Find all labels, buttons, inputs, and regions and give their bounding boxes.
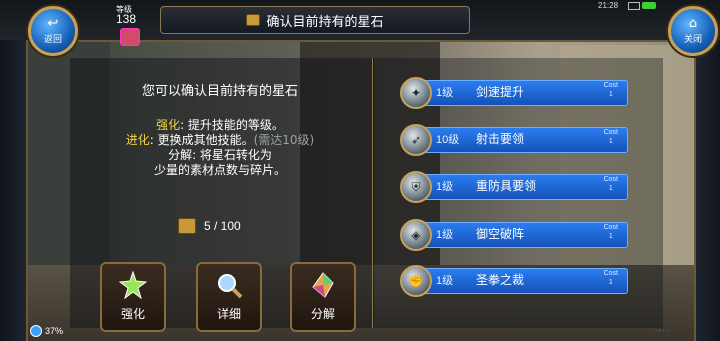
treasure-chest-icon [178,218,196,234]
skill-row-1[interactable]: ✦ 1级 剑速提升 Cost 1 [400,77,628,109]
broken-crystal-icon [312,272,334,298]
gift-box-icon[interactable] [120,28,140,46]
decompose-button[interactable]: 分解 [290,262,356,332]
detail-button[interactable]: 详细 [196,262,262,332]
back-button[interactable]: ↩ 返回 [28,6,78,56]
treasure-chest-icon [246,14,261,26]
info-heading: 您可以确认目前持有的星石 [141,84,298,99]
frame-left [0,40,28,341]
clock: 21:28 [598,1,619,10]
magnifier-icon [218,274,243,299]
battery-icon [30,325,42,337]
corner-watermark: · · · · [655,328,668,334]
enhance-key: 强化 [156,118,181,132]
enhance-button[interactable]: 强化 [100,262,166,332]
info-description: 强化: 提升技能的等级。 进化: 更换成其他技能。(需达10级) 分解: 将星石… [125,118,315,177]
close-button[interactable]: ⌂ 关闭 [668,6,718,56]
page-title: 确认目前持有的星石 [266,14,384,30]
battery-status-icon [642,2,656,9]
advance-key: 进化 [125,133,150,147]
level-value: 138 [116,12,137,26]
skill-row-3[interactable]: ⛨ 1级 重防具要领 Cost 1 [400,171,628,203]
skill-row-2[interactable]: ➶ 10级 射击要领 Cost 1 [400,124,628,156]
frame-right [694,40,720,341]
home-icon: ⌂ [688,16,698,31]
skill-row-4[interactable]: ◈ 1级 御空破阵 Cost 1 [400,219,628,251]
fist-icon: ✊ [400,265,432,297]
star-crystal-icon [119,271,147,299]
sword-speed-icon: ✦ [400,77,432,109]
armor-icon: ⛨ [400,171,432,203]
status-box-icon [628,2,640,10]
shield-icon: ◈ [400,219,432,251]
skill-row-5[interactable]: ✊ 1级 圣拳之裁 Cost 1 [400,265,628,297]
stone-count: 5 / 100 [178,218,241,234]
title-bar: 确认目前持有的星石 [160,6,470,34]
bow-icon: ➶ [400,124,432,156]
back-arrow-icon: ↩ [47,16,59,31]
battery-indicator: 37% [30,325,63,337]
